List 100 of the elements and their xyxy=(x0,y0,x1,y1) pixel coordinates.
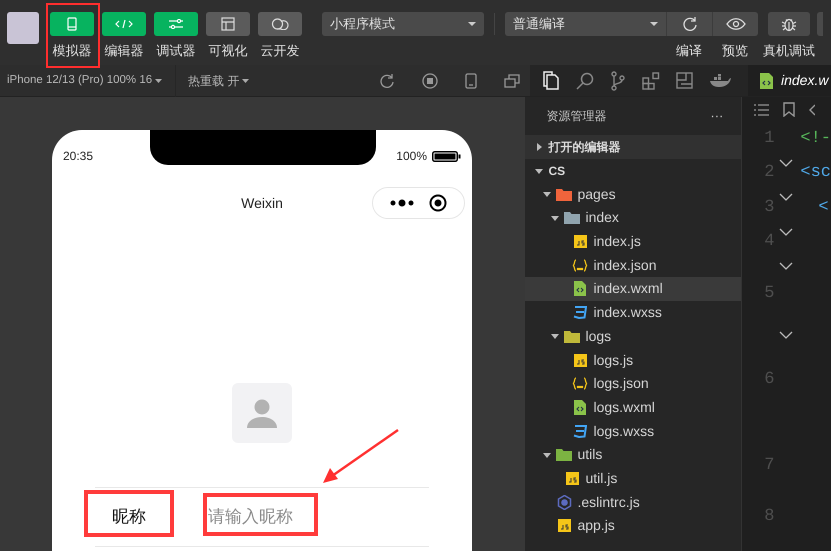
folder-icon xyxy=(556,448,572,462)
js-file-icon xyxy=(558,519,571,532)
battery-icon xyxy=(432,150,461,162)
windows-icon[interactable] xyxy=(504,74,520,88)
mode-label: 调试器 xyxy=(156,42,196,60)
tree-item[interactable]: index xyxy=(525,206,742,230)
tree-item[interactable]: app.js xyxy=(525,514,742,538)
back-icon[interactable] xyxy=(809,104,816,116)
hexagon-icon xyxy=(556,494,572,510)
explorer-title: 资源管理器 xyxy=(546,108,606,125)
hot-reload-toggle[interactable]: 热重载 开 xyxy=(188,72,250,90)
folder-icon xyxy=(564,211,580,224)
fold-chevron-icon[interactable] xyxy=(779,228,794,236)
capsule-menu[interactable] xyxy=(372,187,465,219)
tree-item[interactable]: logs xyxy=(525,324,742,348)
tree-item[interactable]: .eslintrc.js xyxy=(525,490,742,514)
expanded-arrow-icon xyxy=(551,332,560,340)
tree-section-header[interactable]: CS xyxy=(525,158,742,182)
tree-item[interactable]: logs.js xyxy=(525,348,742,372)
mode-toggle-button[interactable] xyxy=(206,12,250,36)
nickname-label: 昵称 xyxy=(112,506,147,528)
expanded-arrow-icon xyxy=(543,450,552,459)
nickname-input[interactable]: 请输入昵称 xyxy=(208,504,408,530)
wxml-file-icon xyxy=(760,72,773,88)
caret-icon xyxy=(650,22,658,26)
action-label: 预览 xyxy=(722,42,748,60)
mode-toggle-button[interactable] xyxy=(50,12,94,36)
mode-label: 模拟器 xyxy=(52,42,92,60)
refresh-button[interactable] xyxy=(666,12,712,36)
tree-item[interactable]: index.js xyxy=(525,230,742,254)
action-label: 真机调试 xyxy=(763,42,815,60)
fold-chevron-icon[interactable] xyxy=(779,331,794,339)
tree-item[interactable]: util.js xyxy=(525,466,742,490)
whale-icon[interactable] xyxy=(709,74,731,88)
target-icon[interactable] xyxy=(429,194,447,212)
page-title: Weixin xyxy=(241,194,283,212)
folder-icon xyxy=(556,188,572,201)
action-label: 编译 xyxy=(676,42,702,60)
refresh-icon xyxy=(682,16,698,32)
tree-item[interactable]: index.json xyxy=(525,253,742,278)
person-silhouette-icon xyxy=(246,397,278,429)
storage-icon[interactable] xyxy=(676,72,693,89)
mode-toggle-button[interactable] xyxy=(102,12,146,36)
search-icon[interactable] xyxy=(576,72,594,90)
folder-icon xyxy=(564,330,580,343)
code-icon xyxy=(115,19,133,29)
css-file-icon xyxy=(573,424,588,438)
code-text: < xyxy=(817,196,829,219)
stop-icon[interactable] xyxy=(422,72,438,88)
bug-button[interactable] xyxy=(768,12,810,36)
tree-item[interactable]: index.wxss xyxy=(525,300,742,324)
files-icon[interactable] xyxy=(542,70,560,90)
braces-file-icon xyxy=(572,377,588,390)
bookmark-icon[interactable] xyxy=(783,102,796,117)
eye-icon xyxy=(726,18,746,30)
mode-dropdown[interactable]: 小程序模式 xyxy=(322,12,484,36)
tree-section-header[interactable]: 打开的编辑器 xyxy=(525,135,742,159)
tree-item[interactable]: utils xyxy=(525,442,742,467)
compile-mode-dropdown[interactable]: 普通编译 xyxy=(505,12,666,36)
mode-label: 编辑器 xyxy=(104,42,144,60)
js-file-icon xyxy=(574,235,587,248)
branch-icon[interactable] xyxy=(610,70,626,90)
mode-label: 云开发 xyxy=(260,42,300,60)
phone-icon[interactable] xyxy=(465,72,477,88)
more-icon[interactable] xyxy=(390,199,414,207)
fold-chevron-icon[interactable] xyxy=(779,262,794,270)
wxml-file-icon xyxy=(574,400,586,415)
list-icon[interactable] xyxy=(754,104,770,116)
mode-label: 可视化 xyxy=(208,42,248,60)
extensions-icon[interactable] xyxy=(642,72,660,90)
phone-icon xyxy=(67,17,77,31)
tree-item[interactable]: logs.wxml xyxy=(525,396,742,420)
fold-chevron-icon[interactable] xyxy=(779,159,794,167)
collapsed-arrow-icon xyxy=(535,142,544,151)
more-button[interactable]: ··· xyxy=(710,106,724,126)
sliders-icon xyxy=(168,19,184,29)
wxml-file-icon xyxy=(574,281,586,296)
battery-level: 100% xyxy=(396,148,427,165)
caret-icon xyxy=(468,22,476,26)
eye-button[interactable] xyxy=(712,12,758,36)
mode-toggle-button[interactable] xyxy=(258,12,302,36)
code-text: <!- xyxy=(800,128,831,150)
mode-toggle-button[interactable] xyxy=(154,12,198,36)
tree-item[interactable]: logs.wxss xyxy=(525,419,742,443)
js-file-icon xyxy=(574,354,587,367)
caret-icon xyxy=(155,78,162,82)
css-file-icon xyxy=(573,306,588,320)
caret-icon xyxy=(242,78,250,82)
bug-icon xyxy=(781,16,797,32)
tree-item[interactable]: logs.json xyxy=(525,372,742,396)
status-time: 20:35 xyxy=(63,148,94,165)
expanded-arrow-icon xyxy=(551,214,560,222)
device-dropdown[interactable]: iPhone 12/13 (Pro) 100% 16 xyxy=(0,72,175,90)
braces-file-icon xyxy=(572,258,588,272)
cloud-icon xyxy=(271,18,289,30)
refresh-icon[interactable] xyxy=(379,72,395,88)
fold-chevron-icon[interactable] xyxy=(779,193,794,201)
expanded-arrow-icon xyxy=(543,190,552,198)
tree-item[interactable]: index.wxml xyxy=(525,277,742,301)
tree-item[interactable]: pages xyxy=(525,182,742,206)
